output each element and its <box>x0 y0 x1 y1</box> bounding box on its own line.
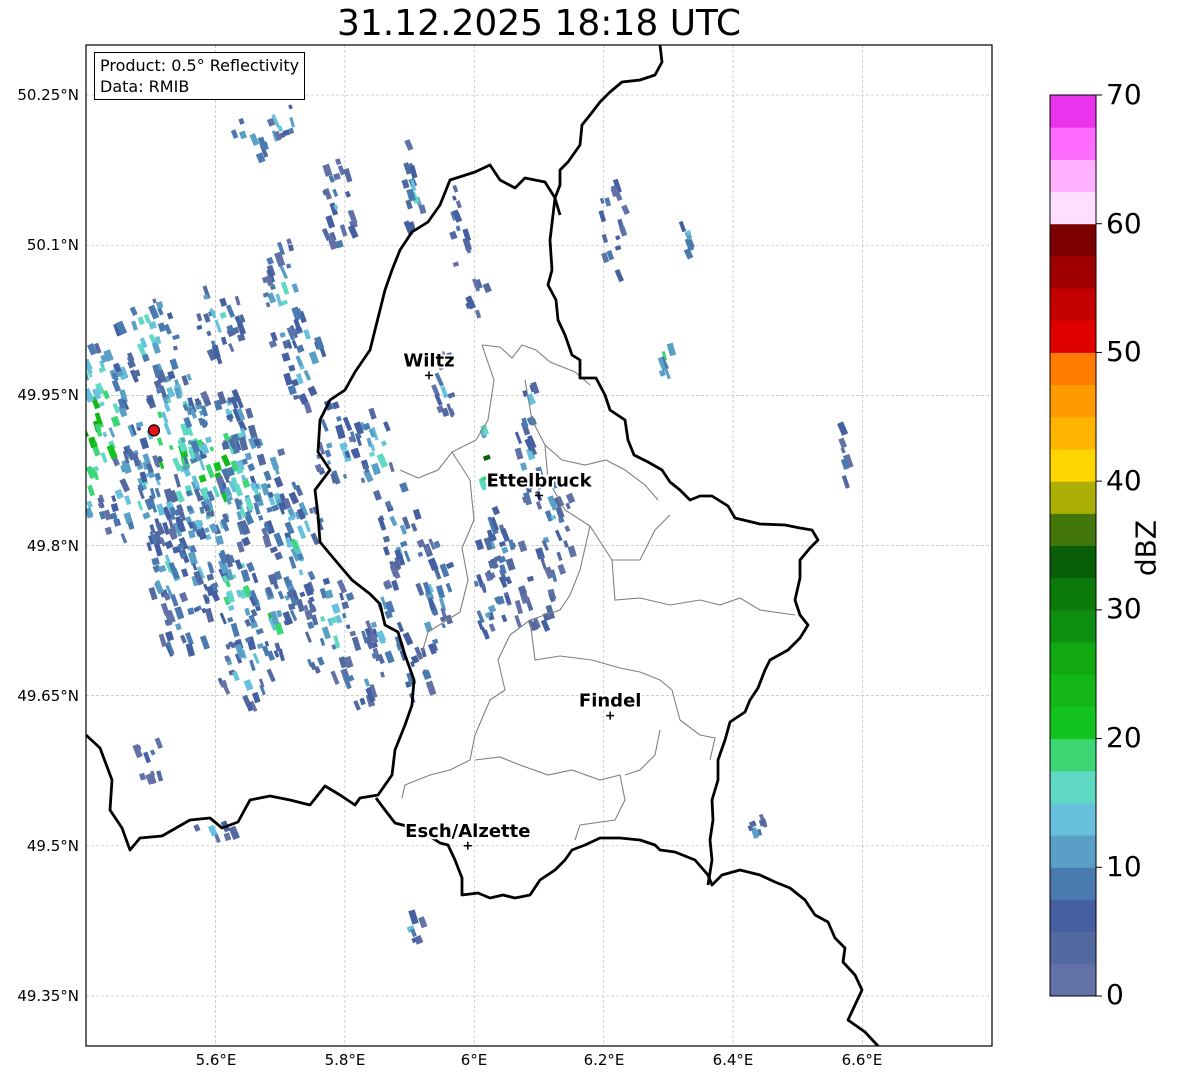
lat-tick-label: 49.65°N <box>17 687 79 705</box>
echo-pixel <box>72 473 80 480</box>
city-label: Findel <box>579 691 642 712</box>
echo-pixel <box>56 485 62 490</box>
lat-tick-label: 50.25°N <box>17 86 79 104</box>
echo-pixel <box>53 422 62 436</box>
colorbar-tick-label: 30 <box>1106 592 1142 625</box>
echo-pixel <box>52 424 62 435</box>
echo-pixel <box>48 405 56 415</box>
lat-tick-label: 50.1°N <box>26 236 79 254</box>
echo-pixel <box>58 369 68 384</box>
echo-pixel <box>68 421 75 430</box>
echo-pixel <box>65 429 70 435</box>
echo-pixel <box>58 362 66 373</box>
colorbar-segment <box>1050 867 1096 900</box>
colorbar <box>1049 94 1102 997</box>
colorbar-segment <box>1050 674 1096 707</box>
lon-tick-label: 6°E <box>460 1051 488 1069</box>
echo-pixel <box>74 367 82 374</box>
lon-tick-label: 5.8°E <box>324 1051 366 1069</box>
echo-pixel <box>70 481 78 495</box>
echo-pixel <box>70 409 76 417</box>
colorbar-segment <box>1050 416 1096 450</box>
lon-tick-label: 6.2°E <box>583 1051 625 1069</box>
colorbar-tick-label: 20 <box>1106 721 1142 754</box>
colorbar-segment <box>1050 95 1096 128</box>
colorbar-segment <box>1050 963 1096 997</box>
colorbar-title: dBZ <box>1129 519 1163 577</box>
colorbar-segment <box>1050 931 1096 965</box>
lat-tick-label: 49.5°N <box>26 837 79 855</box>
echo-pixel <box>69 436 77 447</box>
echo-pixel <box>63 494 73 509</box>
colorbar-segment <box>1050 481 1096 514</box>
echo-pixel <box>57 446 66 456</box>
colorbar-segment <box>1050 706 1096 740</box>
lon-tick-label: 5.6°E <box>195 1051 237 1069</box>
echo-pixel <box>47 456 56 468</box>
colorbar-segment <box>1050 545 1096 579</box>
colorbar-segment <box>1050 159 1096 193</box>
echo-pixel <box>61 458 69 467</box>
colorbar-segment <box>1050 127 1096 160</box>
city-label: Wiltz <box>403 350 454 371</box>
city-label: Esch/Alzette <box>405 821 530 842</box>
echo-pixel <box>68 461 74 468</box>
lat-tick-label: 49.95°N <box>17 386 79 404</box>
lon-tick-label: 6.6°E <box>841 1051 883 1069</box>
echo-pixel <box>76 468 83 477</box>
colorbar-segment <box>1050 320 1096 353</box>
echo-pixel <box>75 348 82 359</box>
colorbar-segment <box>1050 352 1096 386</box>
colorbar-segment <box>1050 191 1096 225</box>
colorbar-segment <box>1050 513 1096 546</box>
echo-pixel <box>74 337 83 348</box>
data-source-label: Data: RMIB <box>100 77 190 96</box>
colorbar-segment <box>1050 770 1096 804</box>
echo-pixel <box>69 471 77 482</box>
product-info-box: Product: 0.5° Reflectivity Data: RMIB <box>94 52 306 100</box>
lat-tick-label: 49.8°N <box>26 537 79 555</box>
colorbar-segment <box>1050 609 1096 643</box>
product-label: Product: 0.5° Reflectivity <box>100 56 300 75</box>
colorbar-segment <box>1050 384 1096 418</box>
colorbar-segment <box>1050 899 1096 933</box>
echo-pixel <box>52 365 62 378</box>
colorbar-segment <box>1050 577 1096 611</box>
colorbar-segment <box>1050 288 1096 321</box>
colorbar-tick-label: 50 <box>1106 335 1142 368</box>
echo-pixel <box>58 358 66 365</box>
lat-tick-label: 49.35°N <box>17 987 79 1005</box>
radar-map: Wiltz Ettelbruck Findel Esch/Alzette <box>46 44 1102 1047</box>
colorbar-tick-label: 60 <box>1106 207 1142 240</box>
colorbar-segment <box>1050 255 1096 289</box>
colorbar-segment <box>1050 642 1096 675</box>
echo-pixel <box>51 474 59 488</box>
colorbar-tick-label: 0 <box>1106 978 1124 1011</box>
colorbar-tick-label: 10 <box>1106 850 1142 883</box>
echo-pixel <box>74 437 84 450</box>
colorbar-segment <box>1050 738 1096 772</box>
echo-pixel <box>74 407 81 415</box>
echo-pixel <box>46 440 55 452</box>
city-label: Ettelbruck <box>486 470 592 491</box>
echo-pixel <box>68 362 78 376</box>
echo-pixel <box>63 459 70 472</box>
echo-pixel <box>59 408 64 414</box>
colorbar-tick-label: 40 <box>1106 464 1142 497</box>
echo-pixel <box>67 492 75 504</box>
echo-pixel <box>70 465 77 472</box>
colorbar-segment <box>1050 802 1096 836</box>
colorbar-segment <box>1050 835 1096 868</box>
lon-tick-label: 6.4°E <box>712 1051 754 1069</box>
colorbar-tick-label: 70 <box>1106 78 1142 111</box>
colorbar-segment <box>1050 223 1096 257</box>
echo-pixel <box>61 367 70 381</box>
colorbar-segment <box>1050 448 1096 482</box>
echo-pixel <box>51 371 56 378</box>
radar-site-marker <box>147 424 161 437</box>
echo-pixel <box>64 445 72 457</box>
